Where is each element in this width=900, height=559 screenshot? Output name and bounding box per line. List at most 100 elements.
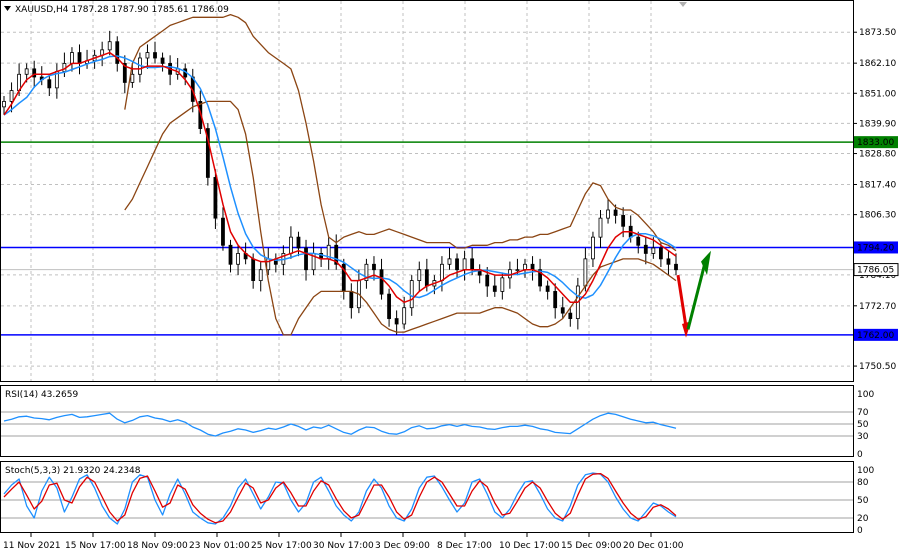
indicator-tick-label: 50 (857, 420, 869, 430)
candle-body (228, 244, 233, 265)
candle-body (658, 247, 663, 260)
candle-body (160, 57, 165, 64)
candle-body (77, 52, 82, 64)
candle-body (424, 269, 429, 287)
candle-body (492, 285, 497, 292)
candle-body (560, 307, 565, 314)
candle-body (2, 101, 6, 108)
candle-body (636, 236, 641, 246)
indicator-tick-label: 80 (857, 478, 869, 488)
price-tick-label: 1839.90 (859, 119, 896, 129)
time-label: 20 Dec 01:00 (623, 541, 684, 551)
level-tag-label: 1762.00 (857, 331, 894, 341)
price-axis: 1873.50 1862.10 1851.00 1839.90 1828.80 1817.… (853, 28, 899, 372)
candle-body (24, 68, 29, 75)
candle-body (130, 73, 135, 83)
triangle-down-icon[interactable] (4, 6, 11, 11)
candle-body (349, 291, 354, 309)
current-price-label: 1786.05 (857, 266, 894, 276)
time-label: 18 Nov 09:00 (127, 541, 188, 551)
candle-body (568, 312, 573, 319)
candle-body (470, 258, 475, 271)
candle-body (598, 217, 603, 238)
stoch-signal-line (3, 472, 677, 524)
candle-body (545, 285, 550, 292)
candle-body (621, 215, 626, 227)
rsi-indicator[interactable]: 100 70 50 30 0 (1, 390, 874, 460)
time-label: 10 Dec 17:00 (499, 541, 560, 551)
candle-body (515, 269, 520, 272)
rsi-line (3, 412, 677, 437)
candle-body (523, 263, 527, 271)
candle-body (70, 52, 74, 64)
candle-body (643, 244, 648, 254)
candle-body (485, 274, 490, 287)
time-label: 15 Nov 17:00 (65, 541, 126, 551)
arrow-down-icon (676, 274, 688, 327)
candle-body (153, 52, 157, 59)
candle-body (409, 280, 414, 309)
indicator-tick-label: 30 (857, 432, 869, 442)
candle-body (394, 318, 399, 325)
indicator-tick-label: 20 (857, 514, 869, 524)
indicator-tick-label: 0 (857, 526, 863, 536)
level-tag-label: 1833.00 (857, 138, 894, 148)
candle-body (296, 236, 301, 249)
candle-body (651, 247, 656, 254)
triangle-down-icon[interactable] (679, 2, 687, 7)
candle-body (530, 263, 535, 271)
candle-body (447, 258, 452, 265)
candle-body (666, 258, 671, 265)
indicator-tick-label: 70 (857, 408, 869, 418)
candle-body (606, 209, 610, 219)
candle-body (402, 307, 407, 325)
candle-body (258, 269, 263, 281)
candle-body (613, 209, 618, 216)
candle-body (455, 258, 459, 271)
indicator-tick-label: 100 (857, 466, 874, 476)
candle-body (221, 217, 225, 246)
candle-body (107, 41, 112, 51)
candle-body (387, 293, 391, 319)
candle-body (417, 269, 422, 281)
indicator-tick-label: 100 (857, 390, 874, 400)
level-tag-label: 1794.20 (857, 243, 894, 253)
time-axis: 11 Nov 2021 15 Nov 17:00 18 Nov 09:00 23 No… (3, 533, 684, 551)
candle-body (304, 247, 308, 271)
candle-body (236, 253, 240, 265)
forecast-arrows (676, 250, 711, 338)
candle-body (379, 269, 384, 295)
candle-body (674, 263, 678, 271)
time-label: 15 Dec 09:00 (561, 541, 622, 551)
candle-body (251, 258, 256, 281)
candle-body (591, 236, 595, 260)
price-tick-label: 1772.70 (859, 302, 896, 312)
time-label: 11 Nov 2021 (3, 541, 61, 551)
candle-body (553, 291, 558, 309)
symbol-header: XAUUSD,H4 1787.28 1787.90 1785.61 1786.0… (15, 5, 229, 15)
price-series[interactable] (2, 13, 678, 336)
rsi-label: RSI(14) 43.2659 (5, 390, 78, 400)
candle-body (289, 236, 293, 254)
candle-body (145, 52, 150, 59)
indicator-tick-label: 0 (857, 450, 863, 460)
price-tick-label: 1873.50 (859, 28, 896, 38)
candle-body (213, 177, 218, 219)
time-label: 8 Dec 17:00 (437, 541, 492, 551)
time-label: 3 Dec 09:00 (375, 541, 430, 551)
stoch-label: Stoch(5,3,3) 21.9320 24.2348 (5, 466, 141, 476)
time-label: 23 Nov 01:00 (189, 541, 250, 551)
candle-body (9, 90, 14, 102)
price-tick-label: 1828.80 (859, 150, 896, 160)
moving-average-slow-line (3, 55, 677, 299)
stoch-indicator[interactable]: 100 80 50 20 0 (1, 466, 874, 536)
time-label: 30 Nov 17:00 (313, 541, 374, 551)
trading-chart[interactable]: 1873.50 1862.10 1851.00 1839.90 1828.80 1817.… (0, 0, 900, 555)
price-tick-label: 1851.00 (859, 89, 896, 99)
price-tick-label: 1862.10 (859, 59, 896, 69)
candle-body (372, 263, 376, 271)
candle-body (583, 258, 588, 287)
price-tick-label: 1817.40 (859, 180, 896, 190)
stoch-main-line (3, 472, 677, 525)
candle-body (440, 263, 444, 281)
